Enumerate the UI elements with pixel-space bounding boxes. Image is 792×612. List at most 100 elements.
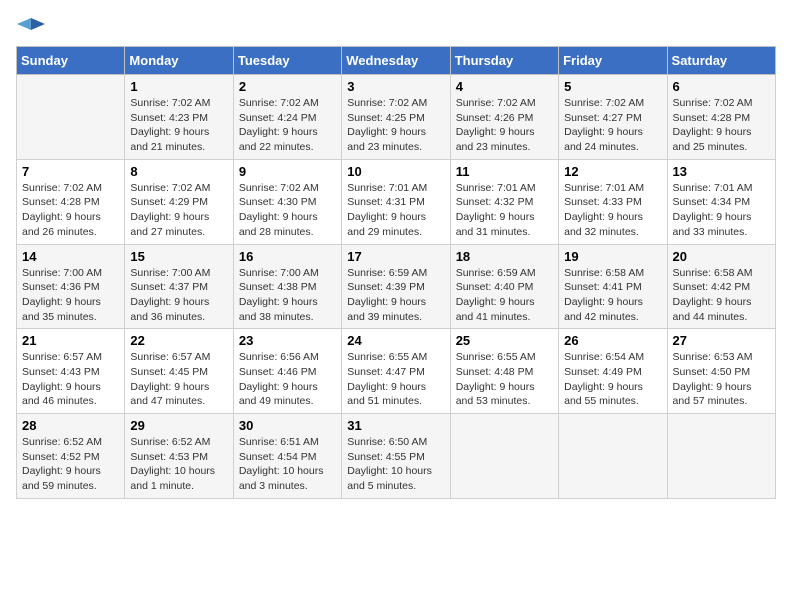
header-thursday: Thursday	[450, 47, 558, 75]
day-info: Sunrise: 6:59 AM Sunset: 4:39 PM Dayligh…	[347, 266, 444, 325]
day-info: Sunrise: 6:54 AM Sunset: 4:49 PM Dayligh…	[564, 350, 661, 409]
day-info: Sunrise: 6:53 AM Sunset: 4:50 PM Dayligh…	[673, 350, 770, 409]
day-info: Sunrise: 6:52 AM Sunset: 4:53 PM Dayligh…	[130, 435, 227, 494]
day-number: 13	[673, 164, 770, 179]
day-cell: 8 Sunrise: 7:02 AM Sunset: 4:29 PM Daylig…	[125, 159, 233, 244]
day-cell: 17Sunrise: 6:59 AM Sunset: 4:39 PM Dayli…	[342, 244, 450, 329]
day-number: 27	[673, 333, 770, 348]
day-info: Sunrise: 6:56 AM Sunset: 4:46 PM Dayligh…	[239, 350, 336, 409]
day-cell: 13 Sunrise: 7:01 AM Sunset: 4:34 PM Dayli…	[667, 159, 775, 244]
day-number: 14	[22, 249, 119, 264]
day-number: 7	[22, 164, 119, 179]
day-info: Sunrise: 7:02 AM Sunset: 4:26 PM Dayligh…	[456, 96, 553, 155]
day-info: Sunrise: 6:55 AM Sunset: 4:47 PM Dayligh…	[347, 350, 444, 409]
day-number: 28	[22, 418, 119, 433]
day-cell: 4 Sunrise: 7:02 AM Sunset: 4:26 PM Daylig…	[450, 75, 558, 160]
week-row-5: 28 Sunrise: 6:52 AM Sunset: 4:52 PM Dayli…	[17, 414, 776, 499]
day-cell	[17, 75, 125, 160]
day-cell	[559, 414, 667, 499]
day-info: Sunrise: 7:02 AM Sunset: 4:25 PM Dayligh…	[347, 96, 444, 155]
day-number: 10	[347, 164, 444, 179]
day-info: Sunrise: 6:57 AM Sunset: 4:45 PM Dayligh…	[130, 350, 227, 409]
day-number: 20	[673, 249, 770, 264]
day-cell	[667, 414, 775, 499]
day-cell: 5 Sunrise: 7:02 AM Sunset: 4:27 PM Daylig…	[559, 75, 667, 160]
day-number: 31	[347, 418, 444, 433]
day-info: Sunrise: 6:57 AM Sunset: 4:43 PM Dayligh…	[22, 350, 119, 409]
header-wednesday: Wednesday	[342, 47, 450, 75]
day-number: 1	[130, 79, 227, 94]
day-cell: 15Sunrise: 7:00 AM Sunset: 4:37 PM Dayli…	[125, 244, 233, 329]
day-number: 18	[456, 249, 553, 264]
day-info: Sunrise: 7:01 AM Sunset: 4:34 PM Dayligh…	[673, 181, 770, 240]
day-info: Sunrise: 7:00 AM Sunset: 4:37 PM Dayligh…	[130, 266, 227, 325]
day-number: 6	[673, 79, 770, 94]
day-number: 29	[130, 418, 227, 433]
day-cell: 23 Sunrise: 6:56 AM Sunset: 4:46 PM Dayli…	[233, 329, 341, 414]
day-cell: 10 Sunrise: 7:01 AM Sunset: 4:31 PM Dayli…	[342, 159, 450, 244]
day-cell: 27 Sunrise: 6:53 AM Sunset: 4:50 PM Dayli…	[667, 329, 775, 414]
day-info: Sunrise: 7:02 AM Sunset: 4:27 PM Dayligh…	[564, 96, 661, 155]
day-cell: 2Sunrise: 7:02 AM Sunset: 4:24 PM Daylig…	[233, 75, 341, 160]
day-number: 8	[130, 164, 227, 179]
day-cell: 31 Sunrise: 6:50 AM Sunset: 4:55 PM Dayli…	[342, 414, 450, 499]
day-info: Sunrise: 7:02 AM Sunset: 4:28 PM Dayligh…	[673, 96, 770, 155]
calendar-header: Sunday Monday Tuesday Wednesday Thursday…	[17, 47, 776, 75]
day-cell: 9 Sunrise: 7:02 AM Sunset: 4:30 PM Daylig…	[233, 159, 341, 244]
day-number: 9	[239, 164, 336, 179]
day-info: Sunrise: 7:00 AM Sunset: 4:38 PM Dayligh…	[239, 266, 336, 325]
day-number: 5	[564, 79, 661, 94]
day-info: Sunrise: 7:01 AM Sunset: 4:32 PM Dayligh…	[456, 181, 553, 240]
day-cell: 25Sunrise: 6:55 AM Sunset: 4:48 PM Dayli…	[450, 329, 558, 414]
day-cell: 24 Sunrise: 6:55 AM Sunset: 4:47 PM Dayli…	[342, 329, 450, 414]
day-info: Sunrise: 7:02 AM Sunset: 4:30 PM Dayligh…	[239, 181, 336, 240]
week-row-4: 21 Sunrise: 6:57 AM Sunset: 4:43 PM Dayli…	[17, 329, 776, 414]
day-info: Sunrise: 7:02 AM Sunset: 4:24 PM Dayligh…	[239, 96, 336, 155]
day-info: Sunrise: 6:52 AM Sunset: 4:52 PM Dayligh…	[22, 435, 119, 494]
day-cell: 26 Sunrise: 6:54 AM Sunset: 4:49 PM Dayli…	[559, 329, 667, 414]
calendar-body: 1Sunrise: 7:02 AM Sunset: 4:23 PM Daylig…	[17, 75, 776, 499]
day-cell: 11 Sunrise: 7:01 AM Sunset: 4:32 PM Dayli…	[450, 159, 558, 244]
day-number: 4	[456, 79, 553, 94]
day-info: Sunrise: 7:02 AM Sunset: 4:29 PM Dayligh…	[130, 181, 227, 240]
day-cell: 18 Sunrise: 6:59 AM Sunset: 4:40 PM Dayli…	[450, 244, 558, 329]
week-row-1: 1Sunrise: 7:02 AM Sunset: 4:23 PM Daylig…	[17, 75, 776, 160]
header-saturday: Saturday	[667, 47, 775, 75]
day-cell: 7 Sunrise: 7:02 AM Sunset: 4:28 PM Daylig…	[17, 159, 125, 244]
week-row-2: 7 Sunrise: 7:02 AM Sunset: 4:28 PM Daylig…	[17, 159, 776, 244]
day-info: Sunrise: 7:01 AM Sunset: 4:31 PM Dayligh…	[347, 181, 444, 240]
calendar-table: Sunday Monday Tuesday Wednesday Thursday…	[16, 46, 776, 499]
day-number: 26	[564, 333, 661, 348]
header	[16, 16, 776, 38]
day-info: Sunrise: 7:02 AM Sunset: 4:28 PM Dayligh…	[22, 181, 119, 240]
day-info: Sunrise: 7:01 AM Sunset: 4:33 PM Dayligh…	[564, 181, 661, 240]
day-number: 11	[456, 164, 553, 179]
day-number: 21	[22, 333, 119, 348]
header-sunday: Sunday	[17, 47, 125, 75]
day-number: 30	[239, 418, 336, 433]
day-info: Sunrise: 6:59 AM Sunset: 4:40 PM Dayligh…	[456, 266, 553, 325]
day-number: 16	[239, 249, 336, 264]
day-cell: 3 Sunrise: 7:02 AM Sunset: 4:25 PM Daylig…	[342, 75, 450, 160]
header-tuesday: Tuesday	[233, 47, 341, 75]
day-number: 3	[347, 79, 444, 94]
day-info: Sunrise: 6:58 AM Sunset: 4:41 PM Dayligh…	[564, 266, 661, 325]
header-monday: Monday	[125, 47, 233, 75]
day-number: 24	[347, 333, 444, 348]
day-cell: 30 Sunrise: 6:51 AM Sunset: 4:54 PM Dayli…	[233, 414, 341, 499]
day-cell: 20 Sunrise: 6:58 AM Sunset: 4:42 PM Dayli…	[667, 244, 775, 329]
day-info: Sunrise: 6:58 AM Sunset: 4:42 PM Dayligh…	[673, 266, 770, 325]
day-cell: 6 Sunrise: 7:02 AM Sunset: 4:28 PM Daylig…	[667, 75, 775, 160]
day-cell: 19Sunrise: 6:58 AM Sunset: 4:41 PM Dayli…	[559, 244, 667, 329]
day-info: Sunrise: 6:50 AM Sunset: 4:55 PM Dayligh…	[347, 435, 444, 494]
day-info: Sunrise: 6:51 AM Sunset: 4:54 PM Dayligh…	[239, 435, 336, 494]
week-row-3: 14Sunrise: 7:00 AM Sunset: 4:36 PM Dayli…	[17, 244, 776, 329]
day-number: 12	[564, 164, 661, 179]
header-friday: Friday	[559, 47, 667, 75]
day-cell	[450, 414, 558, 499]
logo	[16, 16, 46, 38]
header-row: Sunday Monday Tuesday Wednesday Thursday…	[17, 47, 776, 75]
day-number: 23	[239, 333, 336, 348]
day-number: 25	[456, 333, 553, 348]
day-cell: 1Sunrise: 7:02 AM Sunset: 4:23 PM Daylig…	[125, 75, 233, 160]
